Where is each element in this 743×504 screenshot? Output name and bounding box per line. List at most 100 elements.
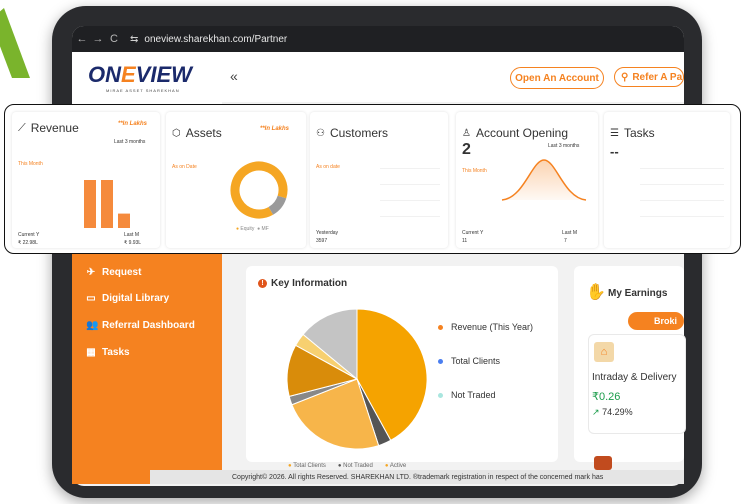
- add-user-icon: ♙: [462, 127, 471, 139]
- pie-bottom-legend: ● Total Clients ● Not Traded ● Active: [288, 463, 406, 469]
- account-opening-last-label: Last M: [562, 230, 578, 236]
- legend-label: Not Traded: [451, 390, 496, 400]
- users-icon: ⚇: [316, 127, 325, 139]
- tab-broking[interactable]: Broki: [628, 312, 684, 330]
- sidebar-item-label: Tasks: [102, 347, 130, 358]
- revenue-period: Last 3 months: [114, 139, 146, 145]
- revenue-lakhs-note: **In Lakhs: [118, 121, 148, 127]
- bottom-legend-label: Not Traded: [343, 463, 373, 469]
- sidebar-item-tasks[interactable]: ▦ Tasks: [86, 347, 130, 358]
- oneview-logo[interactable]: ONEVIEW: [88, 62, 192, 88]
- revenue-last-label: Last M: [124, 232, 140, 238]
- account-opening-current-value: 11: [462, 238, 468, 244]
- account-opening-period: Last 3 months: [548, 143, 580, 149]
- grid-line: [640, 184, 724, 185]
- calendar-icon: ▦: [86, 347, 96, 358]
- revenue-bar: [118, 213, 130, 228]
- address-bar[interactable]: oneview.sharekhan.com/Partner: [144, 34, 287, 45]
- send-icon: ✈: [86, 267, 96, 278]
- account-opening-current-label: Current Y: [462, 230, 484, 236]
- intraday-change-value: 74.29%: [602, 407, 633, 417]
- grid-line: [640, 168, 724, 169]
- bottom-legend-item: ● Active: [384, 463, 407, 469]
- bottom-legend-label: Active: [389, 463, 407, 469]
- my-earnings-title: My Earnings: [608, 288, 668, 299]
- open-account-button[interactable]: Open An Account: [510, 67, 604, 89]
- legend-not-traded: Not Traded: [438, 390, 496, 400]
- revenue-this-month: This Month: [18, 161, 43, 167]
- key-information-title: ! Key Information: [258, 278, 347, 289]
- grid-line: [380, 168, 440, 169]
- assets-title-label: Assets: [185, 126, 222, 140]
- assets-legend-equity: Equity: [240, 226, 255, 232]
- grid-line: [640, 216, 724, 217]
- account-opening-last-value: 7: [564, 238, 567, 244]
- key-information-pie-chart: [286, 308, 428, 450]
- customers-as-on: As on date: [316, 164, 340, 170]
- earnings-hand-icon: ✋: [586, 284, 606, 301]
- legend-label: Revenue (This Year): [451, 322, 534, 332]
- sidebar-item-digital-library[interactable]: ▭ Digital Library: [86, 293, 169, 304]
- refer-label: Refer A Pa: [632, 71, 683, 83]
- revenue-bar: [84, 180, 96, 228]
- grid-line: [380, 184, 440, 185]
- account-opening-title-label: Account Opening: [475, 126, 569, 140]
- revenue-current-label: Current Y: [18, 232, 40, 238]
- assets-donut-chart: [230, 161, 288, 219]
- users-icon: 👥: [86, 320, 99, 331]
- revenue-title-label: Revenue: [30, 121, 79, 135]
- customers-yesterday-label: Yesterday: [316, 230, 339, 236]
- collapse-sidebar-icon[interactable]: «: [230, 68, 238, 84]
- revenue-last-value: ₹ 9.93L: [124, 240, 142, 246]
- grid-line: [380, 216, 440, 217]
- revenue-title: ⟋ Revenue: [18, 121, 79, 135]
- arrow-up-icon: ↗: [592, 407, 600, 417]
- logo-part-e: E: [121, 62, 136, 87]
- assets-title: ⬡ Assets: [172, 126, 222, 140]
- intraday-change: ↗ 74.29%: [592, 407, 633, 418]
- refer-button[interactable]: ⚲ Refer A Pa: [614, 67, 684, 87]
- refer-icon: ⚲: [621, 71, 629, 83]
- legend-total-clients: Total Clients: [438, 356, 500, 366]
- assets-as-on: As on Date: [172, 164, 197, 170]
- reload-icon[interactable]: C: [108, 33, 120, 45]
- customers-title-label: Customers: [329, 126, 388, 140]
- revenue-current-value: ₹ 22.98L: [18, 240, 38, 246]
- intraday-label: Intraday & Delivery: [592, 372, 677, 383]
- account-opening-curve: [501, 159, 587, 201]
- chat-icon: ▭: [86, 293, 96, 304]
- legend-label: Total Clients: [451, 356, 501, 366]
- decorative-green-shape: [0, 8, 30, 78]
- grid-line: [380, 200, 440, 201]
- revenue-bar-chart: [84, 180, 130, 228]
- legend-revenue: Revenue (This Year): [438, 322, 533, 332]
- forward-icon[interactable]: →: [92, 33, 104, 45]
- customers-title: ⚇ Customers: [316, 126, 388, 140]
- legend-dot: [438, 358, 443, 364]
- cube-icon: ⬡: [172, 127, 181, 139]
- revenue-bar: [101, 180, 113, 228]
- tasks-title: ☰ Tasks: [610, 126, 655, 140]
- back-icon[interactable]: ←: [76, 33, 88, 45]
- sidebar-item-request[interactable]: ✈ Request: [86, 267, 142, 278]
- bottom-legend-label: Total Clients: [293, 463, 326, 469]
- legend-dot: [438, 324, 443, 330]
- assets-legend-mf: MF: [261, 226, 269, 232]
- sidebar-item-label: Request: [102, 267, 142, 278]
- bottom-legend-item: ● Not Traded: [337, 463, 373, 469]
- logo-subtitle: MIRAE ASSET SHAREKHAN: [106, 88, 180, 93]
- key-information-label: Key Information: [271, 278, 348, 289]
- intraday-value: ₹0.26: [592, 391, 621, 403]
- house-icon: ⌂: [594, 342, 614, 362]
- trend-icon: ⟋: [18, 121, 26, 134]
- tasks-title-label: Tasks: [623, 126, 655, 140]
- account-opening-this-month: This Month: [462, 168, 487, 174]
- browser-bar: ← → C ⇆ oneview.sharekhan.com/Partner: [72, 26, 684, 52]
- tasks-value: --: [610, 144, 619, 159]
- sidebar-item-referral-dashboard[interactable]: 👥 Referral Dashboard: [86, 320, 195, 331]
- list-icon: ☰: [610, 127, 619, 139]
- bottom-legend-item: ● Total Clients: [288, 463, 326, 469]
- account-opening-value: 2: [462, 141, 471, 158]
- assets-lakhs-note: **In Lakhs: [260, 126, 290, 132]
- site-settings-icon[interactable]: ⇆: [130, 34, 138, 45]
